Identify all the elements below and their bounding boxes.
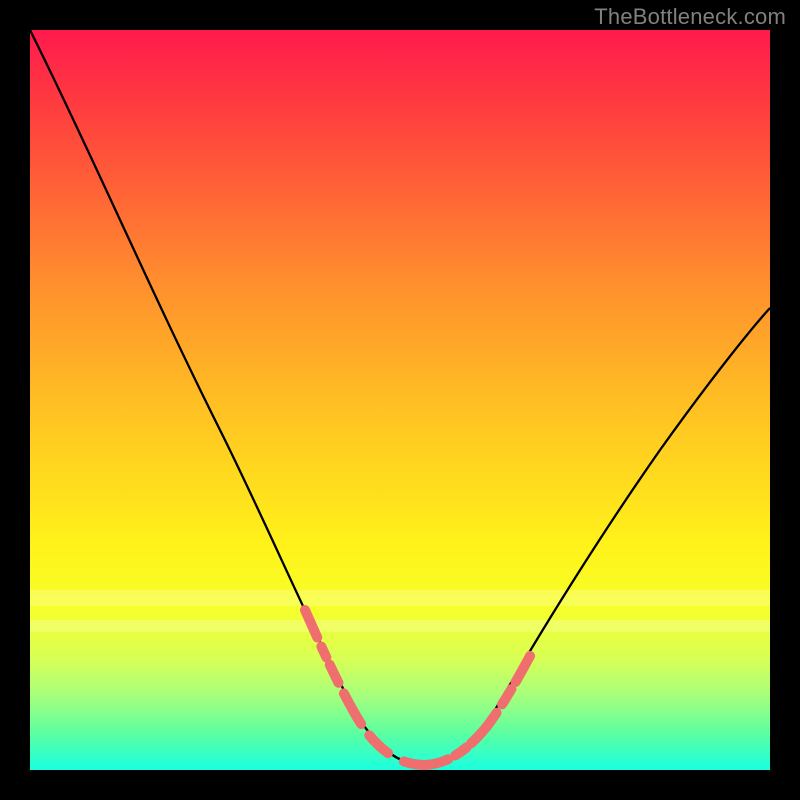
- bottleneck-curve: [30, 30, 770, 765]
- watermark-text: TheBottleneck.com: [594, 4, 786, 30]
- plot-area: [30, 30, 770, 770]
- chart-stage: TheBottleneck.com: [0, 0, 800, 800]
- curve-layer: [30, 30, 770, 770]
- highlight-right: [425, 628, 545, 765]
- highlight-left: [305, 610, 425, 765]
